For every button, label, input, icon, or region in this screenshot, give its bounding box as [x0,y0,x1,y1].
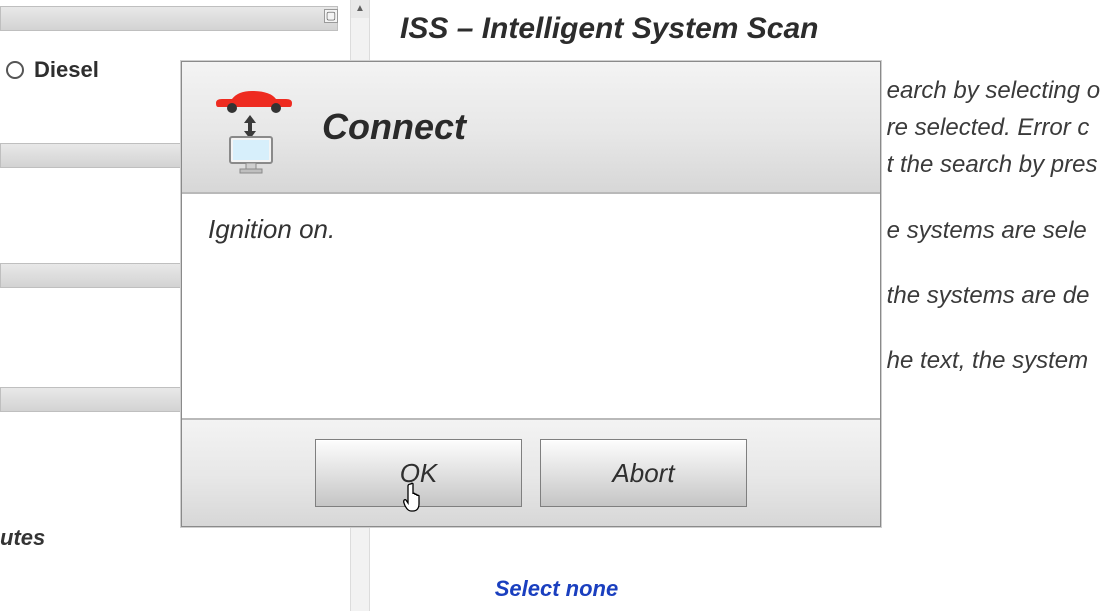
connect-dialog: Connect Ignition on. OK Abort [181,61,881,527]
dialog-button-bar: OK Abort [182,418,880,526]
select-none-link[interactable]: Select none [0,576,1113,602]
text-fragment: t the search by pres [887,151,1098,178]
text-fragment: e systems are sele [887,217,1087,244]
scroll-up-arrow-icon[interactable]: ▲ [351,0,369,18]
dialog-header: Connect [182,62,880,194]
monitor-icon [228,135,274,175]
car-icon [212,87,296,117]
car-connect-icon [202,81,294,173]
dialog-title: Connect [322,106,466,148]
sync-arrow-icon [246,117,254,137]
radio-icon [6,61,24,79]
sidebar-text-fragment: utes [0,525,45,551]
sidebar-section-header[interactable] [0,6,338,31]
fuel-type-option[interactable]: Diesel [6,57,99,83]
dialog-message: Ignition on. [208,214,335,244]
dialog-body: Ignition on. [182,194,880,418]
text-fragment: earch by selecting o [887,77,1100,104]
abort-button[interactable]: Abort [540,439,747,507]
text-fragment: the systems are de [887,282,1090,309]
text-fragment: re selected. Error c [887,114,1090,141]
page-title: ISS – Intelligent System Scan [400,12,1113,46]
ok-button[interactable]: OK [315,439,522,507]
text-fragment: he text, the system [887,347,1088,374]
collapse-toggle-icon[interactable]: ▢ [324,9,338,23]
fuel-type-label: Diesel [34,57,99,83]
